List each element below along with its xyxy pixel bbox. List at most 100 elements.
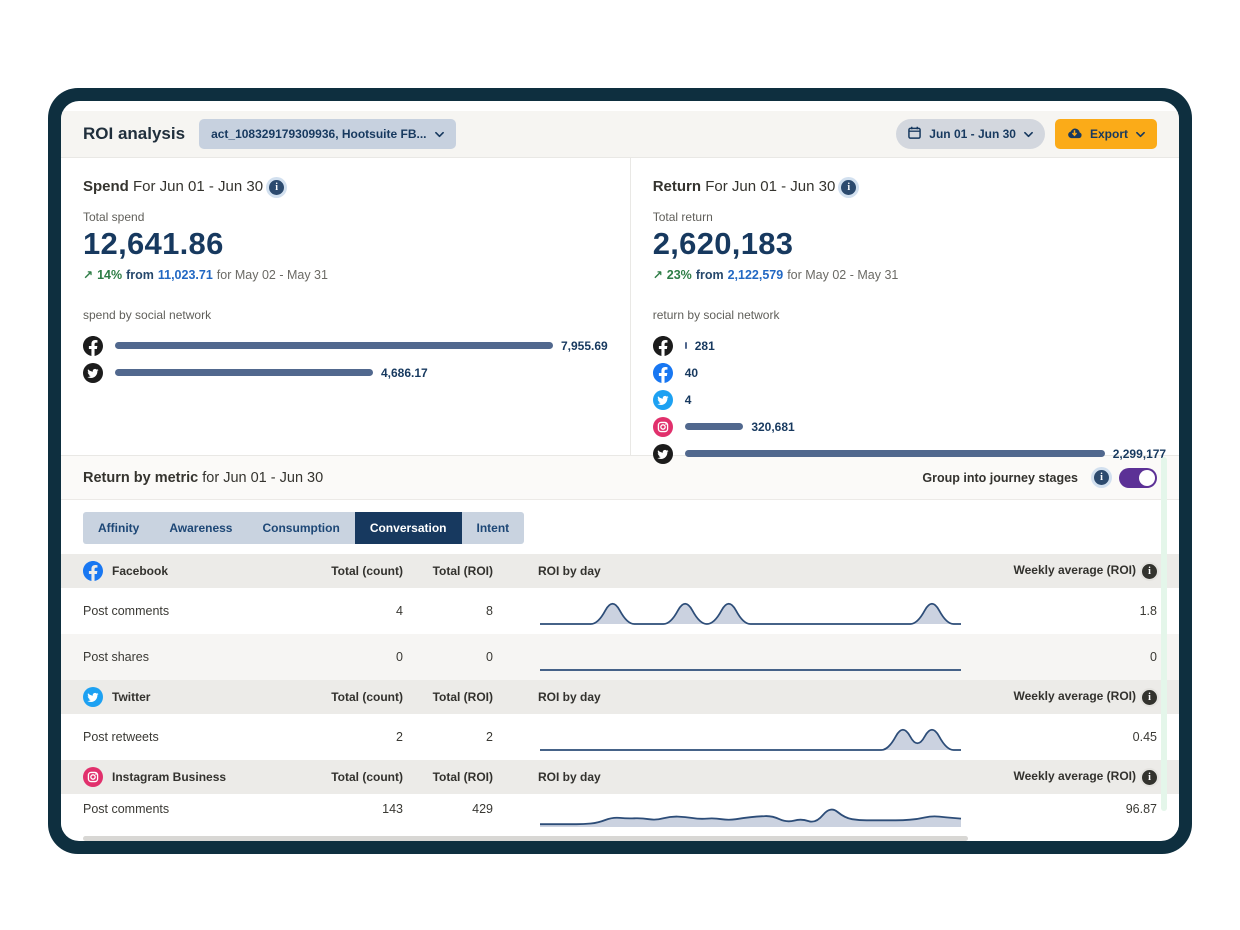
column-header-count: Total (count): [303, 770, 403, 784]
table-row: Post comments48 1.8: [61, 588, 1179, 634]
facebook-icon: [83, 336, 103, 356]
return-previous-value: 2,122,579: [728, 268, 784, 282]
chevron-down-icon: [435, 130, 444, 139]
tab-consumption[interactable]: Consumption: [247, 512, 354, 544]
bar-track: 4: [685, 393, 1166, 407]
return-by-metric-title: Return by metric for Jun 01 - Jun 30: [83, 470, 323, 486]
spend-panel: Spend For Jun 01 - Jun 30i Total spend 1…: [61, 158, 631, 455]
table-row: Post retweets220.45: [61, 714, 1179, 760]
metric-name: Post retweets: [83, 730, 303, 744]
column-header-weekly-average: Weekly average (ROI)i: [963, 563, 1157, 578]
spend-delta-pct: 14%: [97, 268, 122, 282]
info-icon[interactable]: i: [269, 180, 284, 195]
bar-value: 2,299,177: [1113, 447, 1166, 461]
network-bar-row: 281: [653, 332, 1166, 359]
export-button-label: Export: [1090, 127, 1128, 141]
metric-roi: 8: [403, 604, 493, 618]
total-spend-value: 12,641.86: [83, 226, 608, 262]
tab-conversation[interactable]: Conversation: [355, 512, 462, 544]
bar-value: 40: [685, 366, 698, 380]
spend-panel-title: Spend For Jun 01 - Jun 30 i: [83, 178, 608, 195]
horizontal-scrollbar[interactable]: [83, 836, 968, 841]
network-name: Instagram Business: [112, 770, 226, 784]
facebook-icon: [653, 336, 673, 356]
metric-tabs-wrap: AffinityAwarenessConsumptionConversation…: [61, 500, 1179, 554]
facebook-icon: [653, 363, 673, 383]
network-bar-row: 7,955.69: [83, 332, 608, 359]
device-frame: ROI analysis act_108329179309936, Hootsu…: [48, 88, 1192, 854]
spend-title-period: For Jun 01 - Jun 30: [129, 178, 263, 195]
weekly-average-value: 96.87: [963, 802, 1157, 816]
table-row: Post comments143429 96.87: [61, 794, 1179, 832]
network-name: Facebook: [112, 564, 168, 578]
weekly-average-value: 1.8: [963, 604, 1157, 618]
export-button[interactable]: Export: [1055, 119, 1157, 149]
column-header-roi-by-day: ROI by day: [538, 564, 963, 578]
column-header-roi: Total (ROI): [403, 770, 493, 784]
top-bar: ROI analysis act_108329179309936, Hootsu…: [61, 111, 1179, 158]
table-section-header-twitter: TwitterTotal (count)Total (ROI)ROI by da…: [61, 680, 1179, 714]
column-header-roi-by-day: ROI by day: [538, 690, 963, 704]
network-name-cell: Instagram Business: [83, 767, 303, 787]
spend-delta: ↗ 14% from 11,023.71 for May 02 - May 31: [83, 268, 608, 282]
network-bar-row: 4: [653, 386, 1166, 413]
tab-awareness[interactable]: Awareness: [154, 512, 247, 544]
table-section-header-instagram: Instagram Business Total (count)Total (RO…: [61, 760, 1179, 794]
bar-value: 281: [695, 339, 715, 353]
return-delta: ↗ 23% from 2,122,579 for May 02 - May 31: [653, 268, 1166, 282]
total-return-value: 2,620,183: [653, 226, 1166, 262]
top-bar-actions: Jun 01 - Jun 30 Export: [896, 119, 1157, 149]
spend-by-network-label: spend by social network: [83, 308, 608, 322]
info-icon[interactable]: i: [1142, 690, 1157, 705]
date-range-picker[interactable]: Jun 01 - Jun 30: [896, 119, 1045, 149]
network-name: Twitter: [112, 690, 150, 704]
return-by-network-label: return by social network: [653, 308, 1166, 322]
tab-intent[interactable]: Intent: [462, 512, 525, 544]
journey-stages-toggle[interactable]: [1119, 468, 1157, 488]
metric-name: Post comments: [83, 604, 303, 618]
column-header-roi: Total (ROI): [403, 690, 493, 704]
table-row: Post shares000: [61, 634, 1179, 680]
spend-network-bars: 7,955.694,686.17: [83, 332, 608, 386]
return-by-metric-bold: Return by metric: [83, 470, 198, 486]
bar-track: 281: [685, 339, 1166, 353]
bar-value: 320,681: [751, 420, 794, 434]
network-name-cell: Facebook: [83, 561, 303, 581]
bar-fill: [685, 450, 1105, 457]
info-icon[interactable]: i: [841, 180, 856, 195]
weekly-average-value: 0.45: [963, 730, 1157, 744]
bar-track: 7,955.69: [115, 339, 608, 353]
bar-fill: [685, 342, 687, 349]
account-dropdown[interactable]: act_108329179309936, Hootsuite FB...: [199, 119, 455, 149]
info-icon[interactable]: i: [1094, 470, 1109, 485]
network-name-cell: Twitter: [83, 687, 303, 707]
column-header-weekly-average: Weekly average (ROI)i: [963, 689, 1157, 704]
metric-count: 143: [303, 802, 403, 816]
metric-roi: 2: [403, 730, 493, 744]
bar-value: 7,955.69: [561, 339, 608, 353]
chevron-down-icon: [1024, 130, 1033, 139]
page-title: ROI analysis: [83, 124, 185, 144]
roi-by-day-sparkline: [538, 593, 963, 629]
trend-up-icon: ↗: [83, 268, 93, 282]
tab-affinity[interactable]: Affinity: [83, 512, 154, 544]
info-icon[interactable]: i: [1142, 770, 1157, 785]
metric-count: 0: [303, 650, 403, 664]
bar-value: 4: [685, 393, 692, 407]
network-bar-row: 40: [653, 359, 1166, 386]
spend-previous-value: 11,023.71: [158, 268, 213, 282]
spend-previous-period: for May 02 - May 31: [217, 268, 328, 282]
column-header-roi-by-day: ROI by day: [538, 770, 963, 784]
info-icon[interactable]: i: [1142, 564, 1157, 579]
bar-fill: [685, 423, 744, 430]
metric-count: 4: [303, 604, 403, 618]
roi-by-day-sparkline: [538, 719, 963, 755]
metric-name: Post comments: [83, 802, 303, 816]
metric-name: Post shares: [83, 650, 303, 664]
spend-title-bold: Spend: [83, 178, 129, 195]
twitter-icon: [83, 687, 103, 707]
metric-count: 2: [303, 730, 403, 744]
roi-by-day-sparkline: [538, 639, 963, 675]
return-by-metric-period: for Jun 01 - Jun 30: [198, 470, 323, 486]
metric-roi: 429: [403, 802, 493, 816]
